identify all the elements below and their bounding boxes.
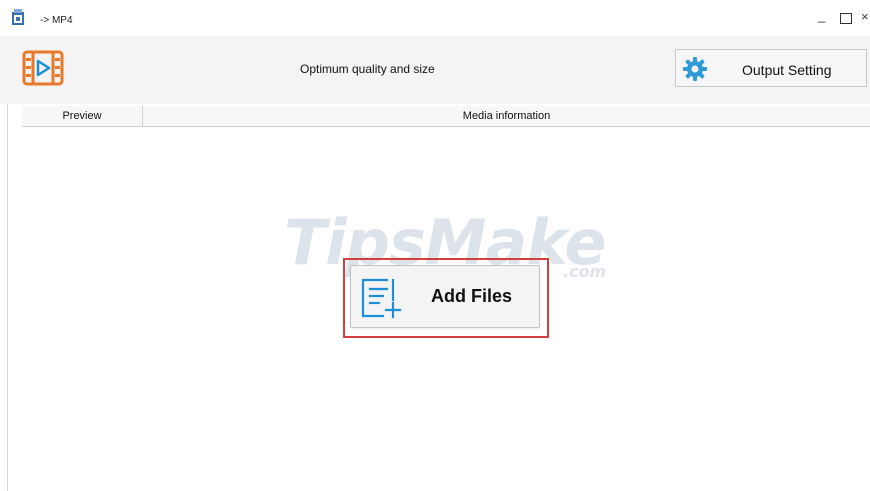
video-profile-icon[interactable] bbox=[22, 50, 64, 86]
window-left-border bbox=[7, 104, 8, 491]
add-files-button[interactable]: Add Files bbox=[350, 265, 540, 328]
close-button[interactable]: × bbox=[861, 10, 869, 24]
add-files-label: Add Files bbox=[431, 286, 513, 306]
column-header-media-information[interactable]: Media information bbox=[143, 106, 870, 126]
app-window: -> MP4 _ × Optimum quality and size Outp… bbox=[0, 0, 870, 491]
maximize-button[interactable] bbox=[840, 13, 852, 24]
minimize-button[interactable]: _ bbox=[818, 9, 825, 23]
title-bar: -> MP4 _ × bbox=[0, 0, 870, 36]
file-list-header: Preview Media information bbox=[22, 106, 870, 127]
output-setting-label: Output Setting bbox=[742, 62, 832, 78]
gear-icon bbox=[683, 57, 707, 81]
app-icon bbox=[12, 9, 24, 25]
watermark-suffix: .com bbox=[563, 262, 607, 281]
output-setting-button[interactable]: Output Setting bbox=[675, 49, 867, 87]
window-title: -> MP4 bbox=[40, 15, 73, 26]
profile-label[interactable]: Optimum quality and size bbox=[300, 62, 435, 76]
add-files-icon bbox=[361, 278, 402, 319]
column-header-preview[interactable]: Preview bbox=[22, 106, 143, 126]
